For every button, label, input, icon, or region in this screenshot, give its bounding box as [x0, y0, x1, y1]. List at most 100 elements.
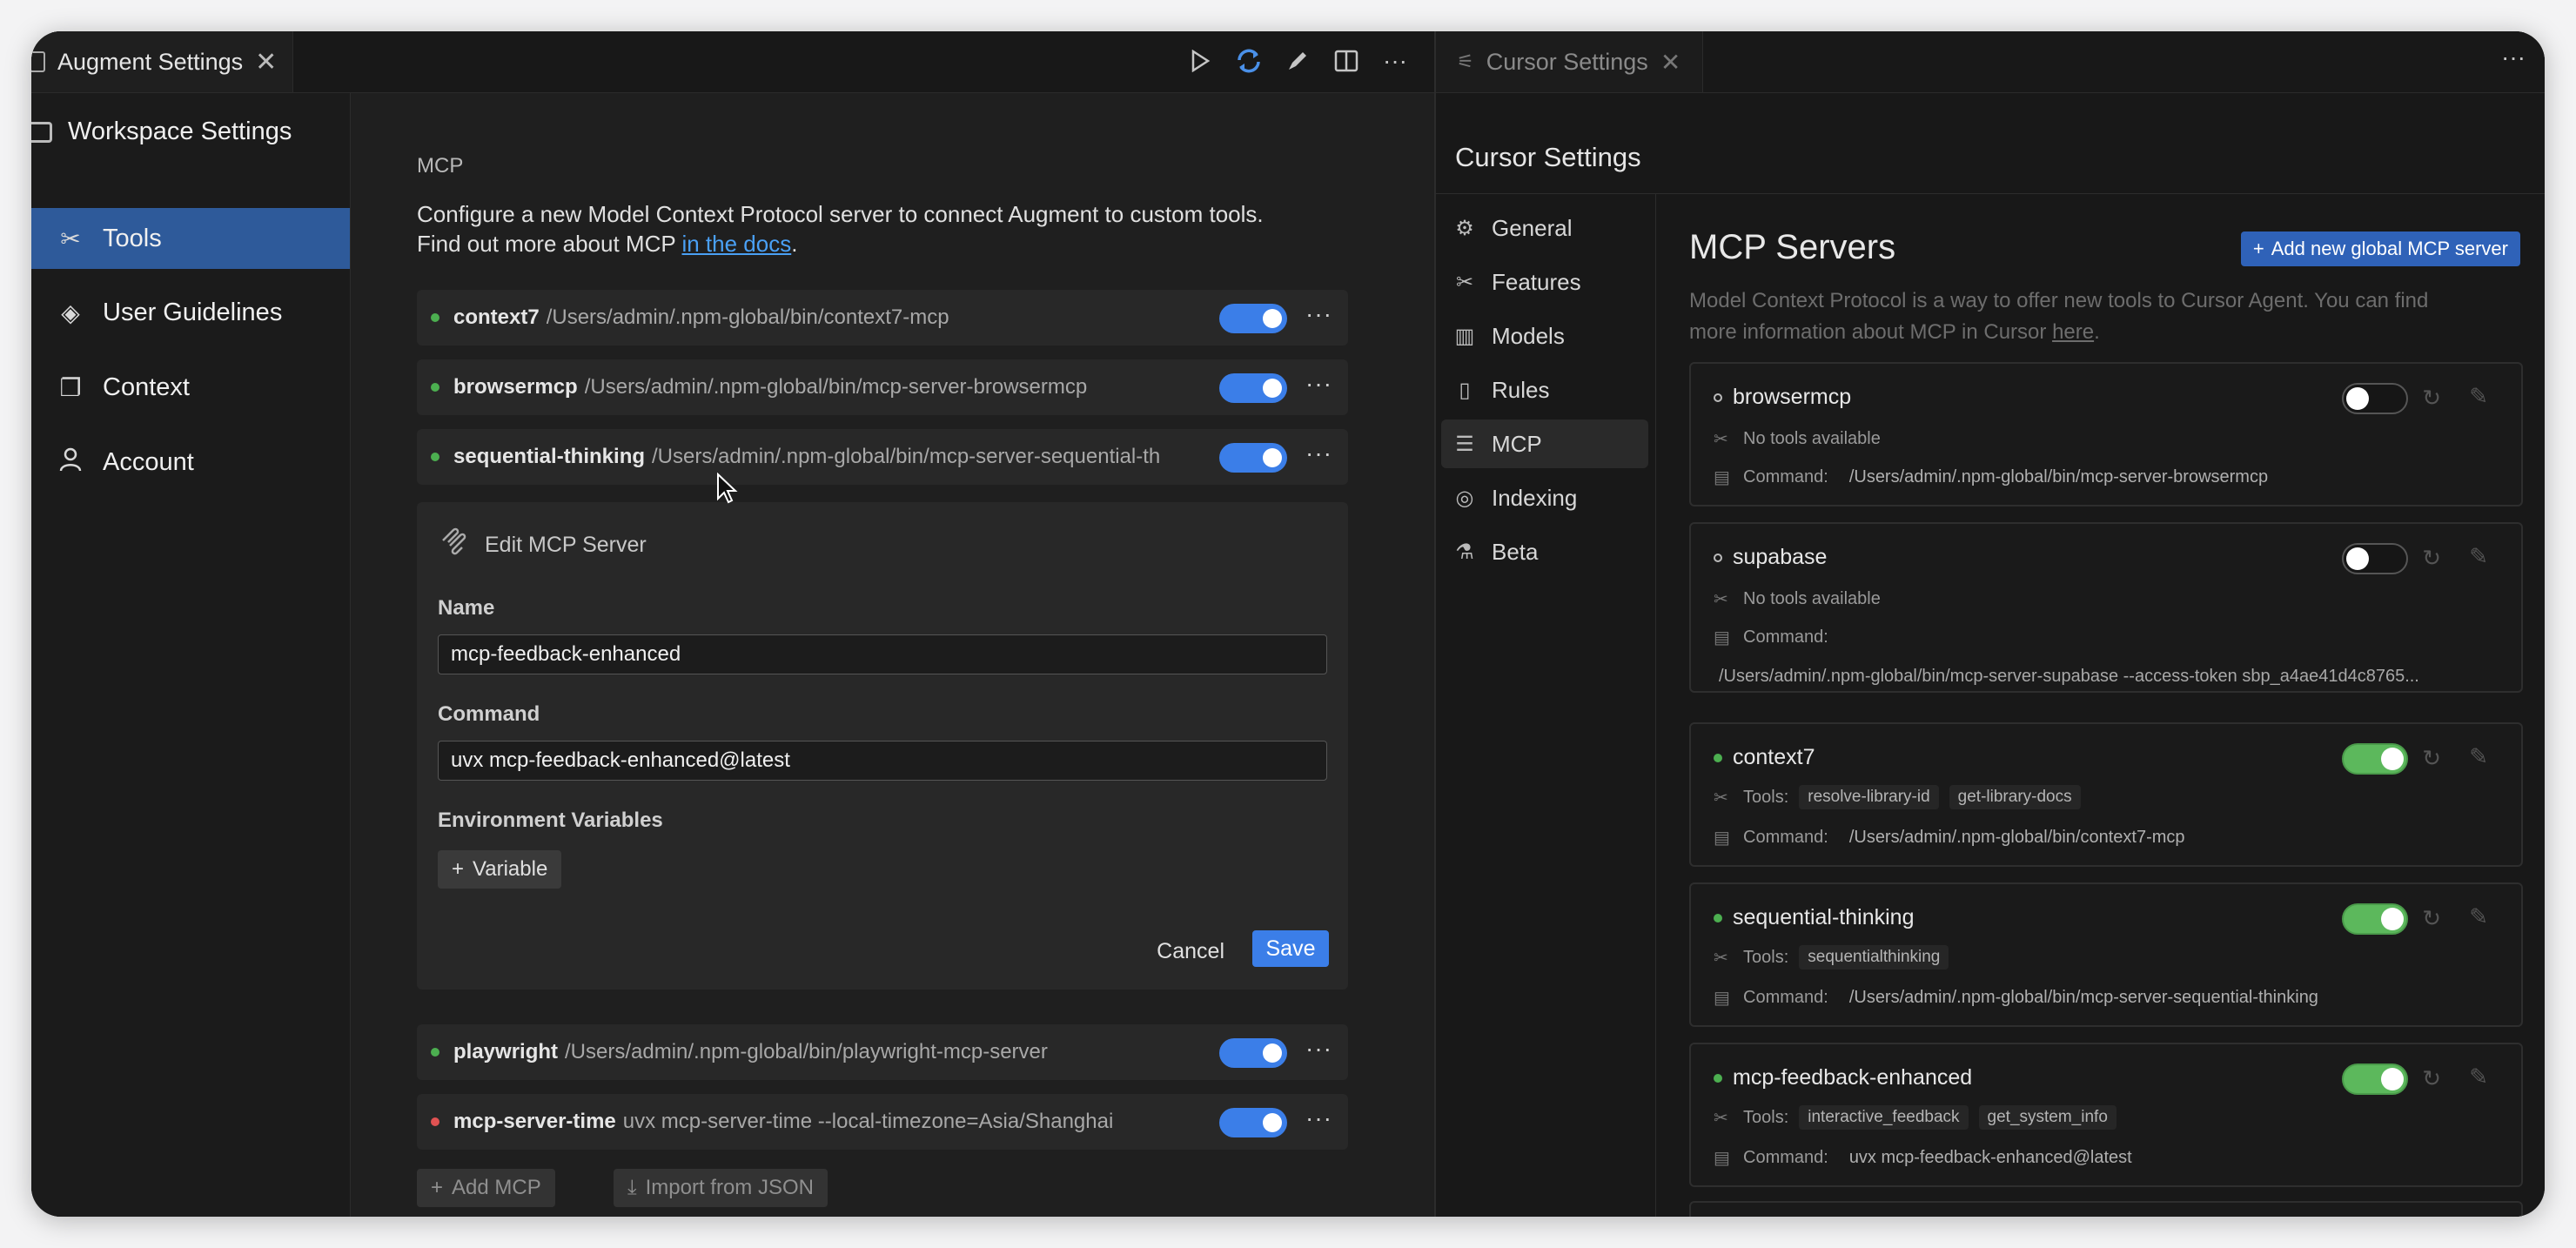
- desc-line: Model Context Protocol is a way to offer…: [1689, 289, 2429, 312]
- sidebar-item-account[interactable]: Account: [31, 432, 350, 493]
- import-icon: ⤓: [627, 1176, 637, 1199]
- more-icon[interactable]: ···: [1305, 1035, 1332, 1063]
- command-line: ▤ Command: /Users/admin/.npm-global/bin/mc…: [1714, 466, 2268, 488]
- pencil-icon[interactable]: ✎: [2469, 1063, 2488, 1090]
- tools-line: ✂ No tools available: [1714, 588, 1881, 610]
- tab-label: Cursor Settings: [1486, 48, 1648, 75]
- command-input[interactable]: [438, 741, 1327, 781]
- add-mcp-button[interactable]: + Add MCP: [417, 1169, 555, 1207]
- server-toggle[interactable]: [2342, 903, 2408, 935]
- settings-file-icon: [31, 51, 45, 72]
- close-icon[interactable]: ✕: [1660, 48, 1680, 77]
- docs-link[interactable]: in the docs: [681, 231, 791, 257]
- tab-augment-settings[interactable]: Augment Settings ✕: [31, 31, 293, 92]
- command-value: uvx mcp-feedback-enhanced@latest: [1848, 1148, 2132, 1167]
- workspace-settings-title: Workspace Settings: [31, 117, 292, 146]
- command-value: /Users/admin/.npm-global/bin/mcp-server-…: [1848, 467, 2269, 486]
- refresh-icon[interactable]: ↻: [2422, 545, 2441, 572]
- server-name: mcp-feedback-enhanced: [1733, 1065, 1973, 1090]
- sidebar-item-label: Context: [103, 372, 190, 401]
- server-toggle[interactable]: [1219, 1108, 1287, 1137]
- nav-beta[interactable]: ⚗ Beta: [1441, 527, 1648, 576]
- server-name: sequential-thinking: [453, 445, 646, 468]
- nav-label: Models: [1492, 322, 1565, 349]
- refresh-icon[interactable]: ↻: [2422, 745, 2441, 772]
- nav-indexing[interactable]: ◎ Indexing: [1441, 473, 1648, 522]
- server-toggle[interactable]: [2342, 1063, 2408, 1095]
- tools-label: Tools:: [1743, 1107, 1789, 1127]
- terminal-icon: ▤: [1714, 468, 1730, 487]
- nav-mcp[interactable]: ☰ MCP: [1441, 419, 1648, 468]
- server-toggle[interactable]: [1219, 373, 1287, 403]
- server-name: context7: [1733, 745, 1815, 769]
- status-dot: [1714, 1073, 1722, 1083]
- sidebar-item-label: Account: [103, 447, 194, 476]
- command-label: Command:: [1743, 467, 1828, 486]
- status-dot: [1714, 753, 1722, 762]
- mcp-logo-icon: [439, 527, 469, 563]
- nav-general[interactable]: ⚙ General: [1441, 204, 1648, 252]
- refresh-icon[interactable]: ↻: [2422, 1065, 2441, 1092]
- mcp-description: Configure a new Model Context Protocol s…: [417, 199, 1374, 258]
- tab-cursor-settings[interactable]: ⚟ Cursor Settings ✕: [1436, 31, 1703, 92]
- cancel-button[interactable]: Cancel: [1157, 939, 1224, 964]
- nav-features[interactable]: ✂ Features: [1441, 258, 1648, 306]
- desc-text: Find out more about MCP: [417, 231, 676, 257]
- desc-line: more information about MCP in Cursor her…: [1689, 317, 2507, 348]
- more-icon[interactable]: ···: [1305, 370, 1332, 398]
- sidebar-item-tools[interactable]: ✂ Tools: [31, 208, 350, 269]
- nav-label: Beta: [1492, 538, 1539, 565]
- pencil-icon[interactable]: ✎: [2469, 743, 2488, 770]
- save-button[interactable]: Save: [1252, 930, 1329, 967]
- nav-label: General: [1492, 214, 1573, 241]
- more-actions-icon[interactable]: ···: [1380, 44, 1410, 78]
- server-toggle[interactable]: [2342, 743, 2408, 775]
- right-tab-bar: ⚟ Cursor Settings ✕ ···: [1436, 31, 2545, 93]
- server-toggle[interactable]: [2342, 383, 2408, 414]
- server-name: playwright: [453, 1040, 559, 1063]
- run-icon[interactable]: [1185, 44, 1215, 78]
- add-global-mcp-button[interactable]: + Add new global MCP server: [2240, 231, 2520, 266]
- refresh-icon[interactable]: ↻: [2422, 385, 2441, 412]
- nav-models[interactable]: ▥ Models: [1441, 312, 1648, 360]
- cursor-settings-header: Cursor Settings: [1436, 93, 2545, 194]
- more-icon[interactable]: ···: [1305, 300, 1332, 328]
- pencil-icon[interactable]: ✎: [2469, 543, 2488, 570]
- command-line: ▤ Command: /Users/admin/.npm-global/bin/mc…: [1714, 987, 2318, 1009]
- more-actions-icon[interactable]: ···: [2501, 44, 2526, 71]
- server-toggle[interactable]: [1219, 304, 1287, 333]
- desc-period: .: [2094, 320, 2100, 344]
- pen-icon[interactable]: [1283, 44, 1312, 78]
- more-icon[interactable]: ···: [1305, 439, 1332, 467]
- import-json-button[interactable]: ⤓ Import from JSON: [614, 1169, 828, 1207]
- tool-chip: get_system_info: [1978, 1105, 2116, 1130]
- sidebar-item-context[interactable]: ❐ Context: [31, 357, 350, 418]
- server-toggle[interactable]: [2342, 543, 2408, 574]
- terminal-icon: ▤: [1714, 1149, 1730, 1168]
- add-variable-button[interactable]: + Variable: [438, 850, 562, 889]
- mouse-cursor-icon: [716, 472, 739, 510]
- tools-icon: ✂: [1714, 1108, 1728, 1128]
- split-editor-icon[interactable]: [1332, 44, 1361, 78]
- document-icon: ❐: [59, 373, 82, 401]
- here-link[interactable]: here: [2052, 320, 2094, 344]
- server-toggle[interactable]: [1219, 443, 1287, 473]
- name-input[interactable]: [438, 634, 1327, 674]
- pencil-icon[interactable]: ✎: [2469, 383, 2488, 410]
- sidebar-item-label: Tools: [103, 224, 162, 252]
- workspace-settings-label: Workspace Settings: [68, 117, 292, 145]
- sidebar-item-user-guidelines[interactable]: ◈ User Guidelines: [31, 282, 350, 343]
- tools-icon: ✂: [1714, 948, 1728, 968]
- refresh-icon[interactable]: ↻: [2422, 905, 2441, 932]
- terminal-icon: ▤: [1714, 829, 1730, 848]
- desc-text: more information about MCP in Cursor: [1689, 320, 2047, 344]
- pencil-icon[interactable]: ✎: [2469, 903, 2488, 930]
- server-path: uvx mcp-server-time --local-timezone=Asi…: [622, 1110, 1114, 1133]
- nav-rules[interactable]: ▯ Rules: [1441, 366, 1648, 414]
- close-icon[interactable]: ✕: [255, 47, 277, 77]
- server-toggle[interactable]: [1219, 1038, 1287, 1068]
- sync-icon[interactable]: [1234, 44, 1264, 78]
- command-line: ▤ Command: uvx mcp-feedback-enhanced@lates…: [1714, 1147, 2132, 1169]
- layers-icon: ◈: [61, 299, 80, 326]
- more-icon[interactable]: ···: [1305, 1104, 1332, 1132]
